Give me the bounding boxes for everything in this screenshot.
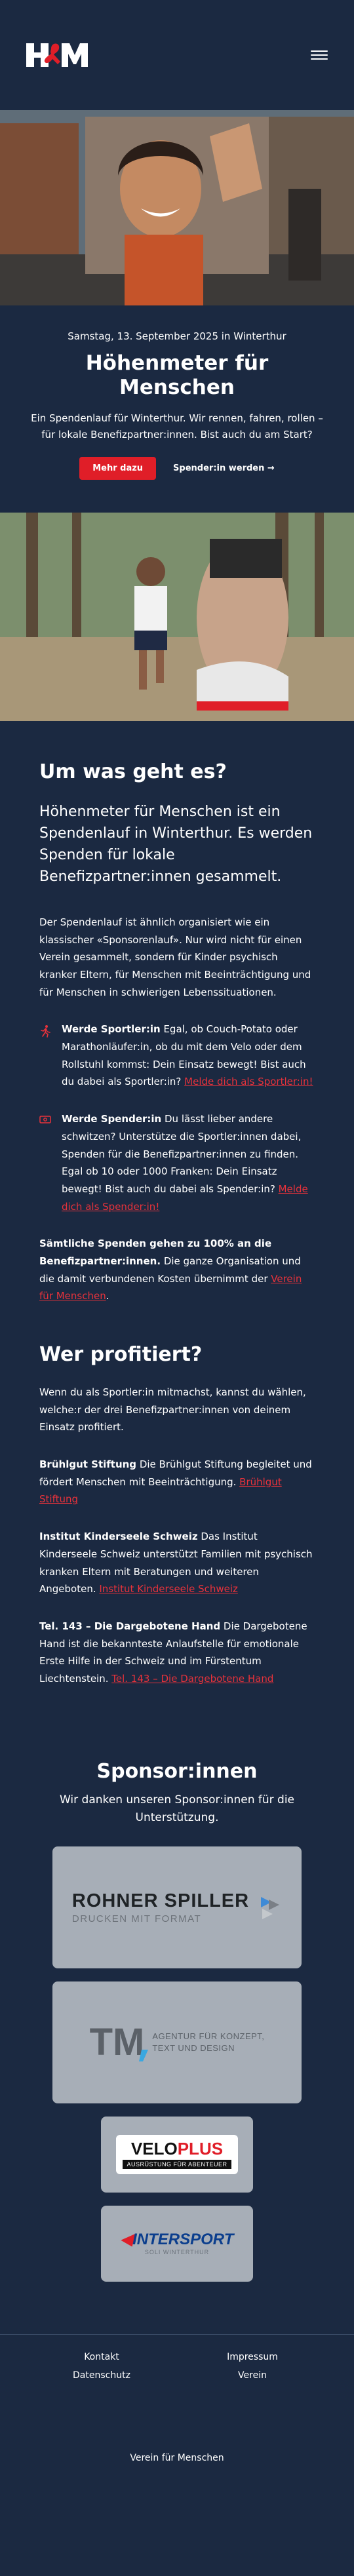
intersport-arrow-icon: ◀	[120, 2231, 133, 2249]
hero-photo	[0, 110, 354, 305]
footer-link-imprint[interactable]: Impressum	[177, 2352, 328, 2362]
intersport-logo: ◀INTERSPORT SOLI WINTERTHUR	[121, 2232, 234, 2256]
beneficiaries-heading: Wer profitiert?	[39, 1343, 203, 1367]
hamburger-line	[311, 54, 328, 56]
feature-athlete: Werde Sportler:in Egal, ob Couch-Potato …	[39, 1021, 315, 1091]
tm-agentur-tagline: AGENTUR FÜR KONZEPT, TEXT UND DESIGN	[152, 2031, 264, 2054]
sponsor-veloplus[interactable]: VELOPLUS AUSRÜSTUNG FÜR ABENTEUER	[101, 2117, 253, 2193]
beneficiary-item: Brühlgut Stiftung Die Brühlgut Stiftung …	[39, 1456, 315, 1508]
sponsor-list: ROHNER SPILLER DRUCKEN MIT FORMAT TM AGE…	[52, 1846, 302, 2282]
footer-link-privacy[interactable]: Datenschutz	[26, 2370, 177, 2381]
veloplus-tagline: AUSRÜSTUNG FÜR ABENTEUER	[123, 2160, 231, 2170]
hero-lead: Ein Spendenlauf für Winterthur. Wir renn…	[31, 412, 323, 440]
sponsors-lead: Wir danken unseren Sponsor:innen für die…	[60, 1793, 294, 1824]
page-title: Höhenmeter für Menschen	[85, 351, 269, 400]
logo-icon	[26, 43, 88, 67]
veloplus-logo: VELOPLUS AUSRÜSTUNG FÜR ABENTEUER	[116, 2135, 238, 2175]
beneficiary-name: Tel. 143 – Die Dargebotene Hand	[39, 1620, 221, 1632]
veloplus-name-a: VELO	[130, 2139, 178, 2159]
beneficiaries-intro: Wenn du als Sportler:in mitmachst, kanns…	[39, 1386, 306, 1434]
kinderseele-link[interactable]: Institut Kinderseele Schweiz	[99, 1583, 238, 1595]
tm-mark: TM	[89, 2021, 149, 2064]
rohner-spiller-tagline: DRUCKEN MIT FORMAT	[71, 1913, 202, 1925]
hero-actions: Mehr dazu Spender:in werden →	[26, 456, 328, 480]
intersport-name-b: SPORT	[180, 2231, 234, 2249]
footer-link-association[interactable]: Verein	[177, 2370, 328, 2381]
feature-athlete-text: Werde Sportler:in Egal, ob Couch-Potato …	[62, 1021, 315, 1091]
about-intro: Höhenmeter für Menschen ist ein Spendenl…	[39, 803, 313, 885]
menu-button[interactable]	[311, 47, 328, 64]
money-icon	[39, 1110, 54, 1215]
footer-nav: Kontakt Impressum Datenschutz Verein	[26, 2352, 328, 2381]
feature-donor-title: Werde Spender:in	[62, 1113, 162, 1125]
rohner-spiller-name: ROHNER SPILLER	[71, 1890, 250, 1912]
feature-athlete-title: Werde Sportler:in	[62, 1023, 161, 1036]
site-logo[interactable]	[26, 39, 89, 71]
hamburger-line	[311, 58, 328, 60]
sponsors-heading: Sponsor:innen	[96, 1759, 258, 1783]
tm-agentur-logo: TM AGENTUR FÜR KONZEPT, TEXT UND DESIGN	[89, 2021, 265, 2064]
feature-donor: Werde Spender:in Du lässt lieber andere …	[39, 1110, 315, 1215]
sponsor-rohner-spiller[interactable]: ROHNER SPILLER DRUCKEN MIT FORMAT	[52, 1846, 302, 1969]
rohner-spiller-logo: ROHNER SPILLER DRUCKEN MIT FORMAT	[72, 1890, 282, 1924]
hamburger-menu-icon	[311, 50, 328, 52]
dargebotene-hand-link[interactable]: Tel. 143 – Die Dargebotene Hand	[111, 1673, 273, 1685]
sponsor-tm-agentur[interactable]: TM AGENTUR FÜR KONZEPT, TEXT UND DESIGN	[52, 1981, 302, 2104]
beneficiary-item: Institut Kinderseele Schweiz Das Institu…	[39, 1528, 315, 1598]
become-donor-link[interactable]: Spender:in werden →	[173, 463, 275, 473]
more-info-button[interactable]: Mehr dazu	[79, 456, 157, 480]
beneficiary-item: Tel. 143 – Die Dargebotene Hand Die Darg…	[39, 1618, 315, 1688]
footer-copyright: Verein für Menschen	[130, 2453, 224, 2464]
rohner-spiller-mark-icon	[261, 1897, 280, 1920]
hero-section: Samstag, 13. September 2025 in Winterthu…	[0, 305, 354, 513]
beneficiary-name: Brühlgut Stiftung	[39, 1458, 137, 1471]
runners-photo	[0, 512, 354, 721]
smiling-runner-photo	[0, 110, 354, 305]
tm-mark-text: TM	[89, 2021, 145, 2064]
rohner-spiller-wordmark: ROHNER SPILLER DRUCKEN MIT FORMAT	[72, 1890, 249, 1924]
donation-note-end: .	[106, 1290, 109, 1302]
about-section: Um was geht es? Höhenmeter für Menschen …	[0, 721, 354, 1721]
event-date: Samstag, 13. September 2025 in Winterthu…	[68, 330, 286, 342]
site-header	[0, 0, 354, 110]
donation-note: Sämtliche Spenden gehen zu 100% an die B…	[39, 1235, 315, 1305]
feature-donor-body: Du lässt lieber andere schwitzen? Unters…	[62, 1113, 302, 1195]
intersport-name: ◀INTERSPORT	[121, 2232, 234, 2248]
feature-donor-text: Werde Spender:in Du lässt lieber andere …	[62, 1110, 315, 1215]
tm-comma-icon	[139, 2050, 149, 2062]
sponsor-intersport[interactable]: ◀INTERSPORT SOLI WINTERTHUR	[101, 2206, 253, 2282]
tm-tagline-line1: AGENTUR FÜR KONZEPT,	[152, 2031, 265, 2041]
veloplus-name: VELOPLUS	[123, 2140, 231, 2157]
sponsors-section: Sponsor:innen Wir danken unseren Sponsor…	[0, 1721, 354, 2328]
tm-tagline-line2: TEXT UND DESIGN	[152, 2043, 235, 2054]
register-athlete-link[interactable]: Melde dich als Sportler:in!	[184, 1076, 313, 1087]
beneficiary-name: Institut Kinderseele Schweiz	[39, 1531, 198, 1543]
about-heading: Um was geht es?	[39, 760, 227, 783]
about-paragraph: Der Spendenlauf ist ähnlich organisiert …	[39, 916, 311, 998]
site-footer: Kontakt Impressum Datenschutz Verein Ver…	[0, 2334, 354, 2489]
veloplus-name-b: PLUS	[177, 2139, 224, 2159]
footer-link-contact[interactable]: Kontakt	[26, 2352, 177, 2362]
runner-icon	[39, 1021, 54, 1091]
forest-runners-photo	[0, 512, 354, 721]
intersport-name-a: INTER	[132, 2231, 180, 2249]
intersport-sub: SOLI WINTERTHUR	[144, 2249, 210, 2256]
